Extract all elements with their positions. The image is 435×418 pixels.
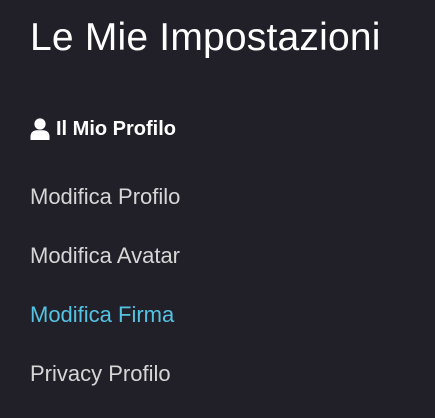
section-header-my-profile: Il Mio Profilo <box>30 116 176 142</box>
nav-item-edit-avatar[interactable]: Modifica Avatar <box>30 241 180 271</box>
page-title: Le Mie Impostazioni <box>30 16 381 59</box>
section-header-label: Il Mio Profilo <box>56 118 176 140</box>
user-icon <box>30 118 50 140</box>
nav-item-profile-privacy[interactable]: Privacy Profilo <box>30 359 180 389</box>
settings-nav: Modifica Profilo Modifica Avatar Modific… <box>30 182 180 418</box>
nav-item-edit-profile[interactable]: Modifica Profilo <box>30 182 180 212</box>
nav-item-edit-signature[interactable]: Modifica Firma <box>30 300 180 330</box>
